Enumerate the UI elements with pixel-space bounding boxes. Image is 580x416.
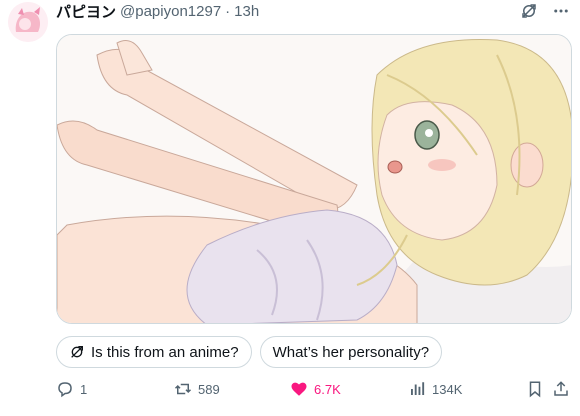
avatar[interactable]: [8, 2, 48, 42]
reply-count: 1: [80, 381, 88, 397]
reply-button[interactable]: 1: [56, 376, 87, 402]
bookmark-icon: [529, 381, 541, 398]
chip-anime-question[interactable]: Is this from an anime?: [56, 336, 252, 368]
share-icon: [554, 381, 568, 396]
share-button[interactable]: [552, 376, 570, 402]
reply-icon: [58, 382, 72, 398]
more-icon[interactable]: [552, 2, 570, 20]
repost-count: 589: [198, 381, 220, 397]
like-count: 6.7K: [314, 381, 341, 397]
views-icon: [411, 382, 425, 395]
post-time[interactable]: 13h: [234, 3, 259, 20]
suggestion-chips: Is this from an anime? What’s her person…: [56, 336, 443, 368]
repost-icon: [174, 383, 192, 395]
views-count: 134K: [432, 381, 463, 397]
like-button[interactable]: 6.7K: [290, 376, 341, 402]
post-image[interactable]: [56, 34, 572, 324]
views-button[interactable]: 134K: [408, 376, 462, 402]
grok-icon[interactable]: [520, 2, 538, 20]
header-actions: [520, 0, 570, 22]
heart-icon: [291, 382, 307, 396]
post-actions: 1 589 6.7K 134K: [56, 376, 572, 402]
repost-button[interactable]: 589: [174, 376, 220, 402]
chip-label: What’s her personality?: [272, 343, 430, 361]
author-name[interactable]: パピヨン: [56, 1, 116, 22]
separator-dot: ·: [225, 2, 231, 20]
bookmark-button[interactable]: [526, 376, 544, 402]
author-handle[interactable]: @papiyon1297: [120, 3, 221, 20]
post-header: パピヨン @papiyon1297 · 13h: [56, 0, 580, 22]
chip-personality-question[interactable]: What’s her personality?: [259, 336, 443, 368]
grok-icon: [69, 344, 85, 360]
chip-label: Is this from an anime?: [91, 343, 239, 361]
